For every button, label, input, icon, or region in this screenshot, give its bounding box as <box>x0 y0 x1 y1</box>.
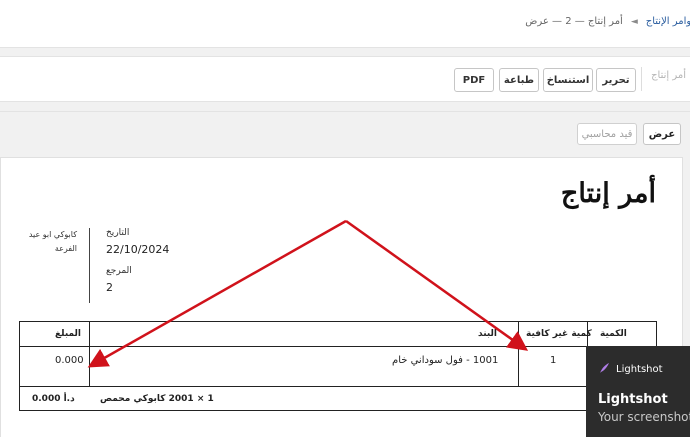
cell-amount: 0.000 <box>55 355 84 366</box>
table-header-divider <box>20 346 656 347</box>
reference-value: 2 <box>106 281 113 294</box>
print-button[interactable]: طباعة <box>499 68 539 92</box>
cell-insufficient-qty: 1 <box>550 355 557 366</box>
page-title: أمر إنتاج <box>560 178 656 209</box>
date-label: التاريخ <box>106 228 130 238</box>
breadcrumb-separator-icon: ◄ <box>630 16 638 27</box>
company-name: كابوكي ابو عيد <box>28 230 77 239</box>
header-quantity: الكمية <box>600 329 627 339</box>
breadcrumb: أوامر الإنتاج ◄ أمر إنتاج — 2 — عرض <box>525 16 690 27</box>
duplicate-button[interactable]: استنساخ <box>543 68 593 92</box>
tabs-bar: عرض قيد محاسبي <box>0 111 690 151</box>
footer-product: 1 × 2001 كابوكي محمص <box>100 394 214 404</box>
cell-item: 1001 - فول سوداني خام <box>392 355 499 366</box>
lightshot-header: Lightshot <box>598 362 663 377</box>
company-branch: الفرعة <box>54 244 77 253</box>
lightshot-subtitle: Your screenshot <box>598 410 690 424</box>
tab-view[interactable]: عرض <box>643 123 681 145</box>
header-insufficient-qty: كمية غير كافية <box>526 329 592 339</box>
lightshot-notification[interactable]: Lightshot Lightshot Your screenshot <box>586 346 690 437</box>
items-table: الكمية كمية غير كافية البند المبلغ 1 100… <box>19 321 657 411</box>
lightshot-title: Lightshot <box>598 392 668 407</box>
info-divider <box>89 228 90 303</box>
toolbar-divider <box>641 67 642 91</box>
edit-button[interactable]: تحرير <box>596 68 636 92</box>
footer-total: د.أ 0.000 <box>32 394 75 404</box>
lightshot-brand: Lightshot <box>616 364 663 375</box>
reference-label: المرجع <box>106 266 132 276</box>
pdf-button[interactable]: PDF <box>454 68 494 92</box>
table-col-divider <box>518 322 519 386</box>
date-value: 22/10/2024 <box>106 243 170 256</box>
toolbar: أمر إنتاج تحرير استنساخ طباعة PDF <box>0 56 690 102</box>
header-item: البند <box>478 329 498 339</box>
table-col-divider <box>89 322 90 386</box>
feather-icon <box>598 362 610 377</box>
table-footer-divider <box>20 386 656 387</box>
breadcrumb-current: أمر إنتاج — 2 — عرض <box>525 16 623 27</box>
breadcrumb-production-orders-link[interactable]: أوامر الإنتاج <box>646 16 690 27</box>
header-amount: المبلغ <box>55 329 81 339</box>
breadcrumb-bar: أوامر الإنتاج ◄ أمر إنتاج — 2 — عرض <box>0 0 690 48</box>
document-panel: أمر إنتاج التاريخ 22/10/2024 المرجع 2 كا… <box>0 157 683 437</box>
tab-journal-entry[interactable]: قيد محاسبي <box>577 123 637 145</box>
document-status: أمر إنتاج <box>651 70 686 81</box>
